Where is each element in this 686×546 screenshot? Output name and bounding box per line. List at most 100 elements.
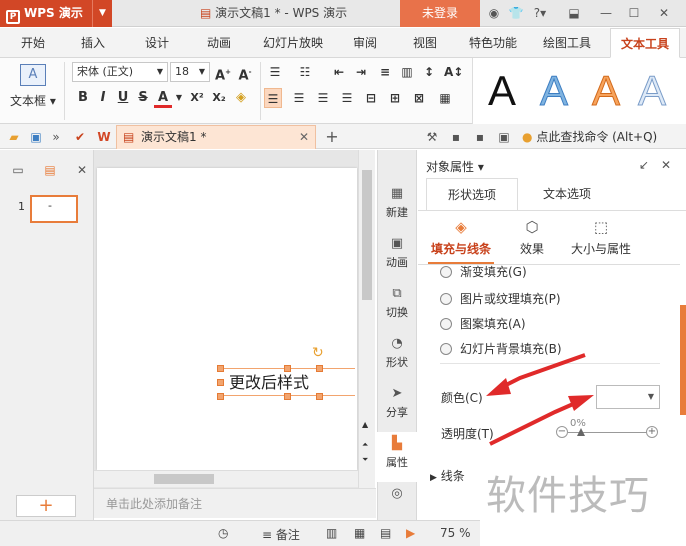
resize-handle[interactable] bbox=[217, 393, 224, 400]
horizontal-scrollbar[interactable] bbox=[94, 470, 358, 487]
app-menu-button[interactable]: P WPS 演示 ▼ bbox=[0, 0, 112, 27]
resize-handle[interactable] bbox=[217, 379, 224, 386]
document-tab[interactable]: ▤ 演示文稿1 * ✕ bbox=[116, 125, 316, 149]
line-section[interactable]: ▶ 线条 bbox=[430, 467, 465, 484]
close-icon[interactable]: ✕ bbox=[656, 5, 672, 21]
distribute-icon[interactable]: ⊟ bbox=[362, 88, 380, 108]
sorter-view-icon[interactable]: ▦ bbox=[354, 526, 365, 540]
tool-transition[interactable]: ⧉ 切换 bbox=[377, 282, 417, 332]
sort-icon[interactable]: ↕ bbox=[420, 62, 438, 82]
window-icon[interactable]: ▣ bbox=[496, 129, 512, 145]
align-left-icon[interactable]: ☰ bbox=[264, 88, 282, 108]
textbox-button[interactable]: 文本框 ▾ bbox=[10, 92, 56, 109]
textbox-icon[interactable]: A bbox=[20, 64, 46, 86]
tab-text-tools[interactable]: 文本工具 bbox=[610, 28, 680, 58]
art-style-blue[interactable]: A bbox=[530, 62, 578, 120]
align-right-icon[interactable]: ☰ bbox=[314, 88, 332, 108]
scroll-thumb[interactable] bbox=[154, 474, 214, 484]
tool-new[interactable]: ▦ 新建 bbox=[377, 182, 417, 232]
art-style-black[interactable]: A bbox=[478, 62, 526, 120]
radio-button[interactable] bbox=[440, 266, 452, 278]
help-button[interactable]: ?▾ bbox=[532, 5, 548, 21]
save-icon[interactable]: ▣ bbox=[28, 129, 44, 145]
resize-handle[interactable] bbox=[217, 365, 224, 372]
tab-special[interactable]: 特色功能 bbox=[462, 28, 524, 58]
tab-view[interactable]: 视图 bbox=[402, 28, 448, 58]
close-panel-icon[interactable]: ✕ bbox=[74, 162, 90, 178]
close-icon[interactable]: ✕ bbox=[658, 157, 674, 173]
decrease-button[interactable]: − bbox=[556, 426, 568, 438]
tab-start[interactable]: 开始 bbox=[8, 28, 58, 58]
new-tab-icon[interactable]: + bbox=[324, 129, 340, 145]
font-name-select[interactable]: 宋体 (正文) ▼ bbox=[72, 62, 168, 82]
customize-icon[interactable]: ✔ bbox=[72, 129, 88, 145]
superscript-button[interactable]: X² bbox=[186, 88, 208, 108]
tab-shape-options[interactable]: 形状选项 bbox=[426, 178, 518, 210]
subscript-button[interactable]: X₂ bbox=[208, 88, 230, 108]
restore-window-icon[interactable]: ⬓ bbox=[566, 5, 582, 21]
next-slide-icon[interactable]: ⏷ bbox=[362, 455, 368, 465]
minimize-icon[interactable]: — bbox=[598, 5, 614, 21]
decrease-indent-icon[interactable]: ⇤ bbox=[330, 62, 348, 82]
find-command-search[interactable]: ● 点此查找命令 (Alt+Q) bbox=[522, 128, 657, 145]
history-icon[interactable]: ◷ bbox=[218, 526, 228, 540]
slide-thumbnail[interactable]: - bbox=[30, 195, 78, 223]
open-folder-icon[interactable]: ▰ bbox=[6, 129, 22, 145]
art-style-outline[interactable]: A bbox=[632, 62, 672, 120]
clear-format-icon[interactable]: ◈ bbox=[232, 88, 250, 108]
panel-title[interactable]: 对象属性 ▾ bbox=[426, 158, 484, 175]
radio-button[interactable] bbox=[440, 293, 452, 305]
radio-button[interactable] bbox=[440, 318, 452, 330]
pin-icon[interactable]: ↙ bbox=[636, 157, 652, 173]
radio-gradient-fill[interactable]: 渐变填充(G) bbox=[440, 265, 527, 281]
text-box-align-icon[interactable]: ⊞ bbox=[386, 88, 404, 108]
reading-view-icon[interactable]: ▤ bbox=[380, 526, 391, 540]
justify-icon[interactable]: ☰ bbox=[338, 88, 356, 108]
tool-more[interactable]: ◎ bbox=[377, 482, 417, 518]
resize-handle[interactable] bbox=[316, 365, 323, 372]
tool-shape[interactable]: ◔ 形状 bbox=[377, 332, 417, 382]
prev-slide-icon[interactable]: ⏶ bbox=[362, 440, 368, 450]
selected-textbox[interactable]: 更改后样式 bbox=[221, 368, 355, 396]
color-dropdown[interactable]: ▼ bbox=[596, 385, 660, 409]
align-center-icon[interactable]: ☰ bbox=[290, 88, 308, 108]
tab-animation[interactable]: 动画 bbox=[194, 28, 244, 58]
tab-design[interactable]: 设计 bbox=[132, 28, 182, 58]
subtab-effect[interactable]: ⬡ 效果 bbox=[510, 218, 554, 262]
grow-font-button[interactable]: A+ bbox=[214, 62, 232, 83]
vertical-align-icon[interactable]: ⊠ bbox=[410, 88, 428, 108]
tab-insert[interactable]: 插入 bbox=[68, 28, 118, 58]
underline-button[interactable]: U bbox=[114, 88, 132, 108]
radio-background-fill[interactable]: 幻灯片背景填充(B) bbox=[440, 339, 562, 359]
radio-picture-fill[interactable]: 图片或纹理填充(P) bbox=[440, 289, 561, 309]
tool-properties[interactable]: ▙ 属性 bbox=[377, 432, 417, 482]
shirt-icon[interactable]: 👕 bbox=[508, 5, 524, 21]
slideshow-icon[interactable]: ▶ bbox=[406, 526, 415, 540]
slide-view-icon[interactable]: ▤ bbox=[42, 162, 58, 178]
tab-drawing-tools[interactable]: 绘图工具 bbox=[536, 28, 598, 58]
resize-handle[interactable] bbox=[284, 365, 291, 372]
tool-share[interactable]: ➤ 分享 bbox=[377, 382, 417, 432]
shrink-font-button[interactable]: A- bbox=[236, 62, 254, 83]
maximize-icon[interactable]: ☐ bbox=[626, 5, 642, 21]
slide-canvas[interactable] bbox=[97, 168, 357, 470]
rotate-handle-icon[interactable]: ↻ bbox=[312, 345, 324, 361]
resize-handle[interactable] bbox=[284, 393, 291, 400]
subtab-size[interactable]: ⬚ 大小与属性 bbox=[566, 218, 636, 262]
tab-review[interactable]: 审阅 bbox=[342, 28, 388, 58]
vertical-scrollbar[interactable]: ▲ ⏶ ⏷ bbox=[358, 150, 375, 490]
columns-icon[interactable]: ▥ bbox=[398, 62, 416, 82]
resize-handle[interactable] bbox=[316, 393, 323, 400]
text-direction-icon[interactable]: A↕ bbox=[444, 62, 463, 82]
wps-home-icon[interactable]: W bbox=[96, 129, 112, 145]
scroll-thumb[interactable] bbox=[362, 170, 372, 300]
bullet-list-icon[interactable]: ☰ bbox=[266, 62, 284, 82]
add-slide-button[interactable]: + bbox=[16, 495, 76, 517]
increase-button[interactable]: + bbox=[646, 426, 658, 438]
subtab-fill-line[interactable]: ◈ 填充与线条 bbox=[428, 218, 494, 262]
panel-scrollbar[interactable] bbox=[680, 305, 686, 415]
strikethrough-button[interactable]: S bbox=[134, 88, 152, 108]
tab-text-options[interactable]: 文本选项 bbox=[522, 178, 612, 210]
zoom-level[interactable]: 75 % bbox=[440, 526, 471, 540]
radio-pattern-fill[interactable]: 图案填充(A) bbox=[440, 314, 526, 334]
